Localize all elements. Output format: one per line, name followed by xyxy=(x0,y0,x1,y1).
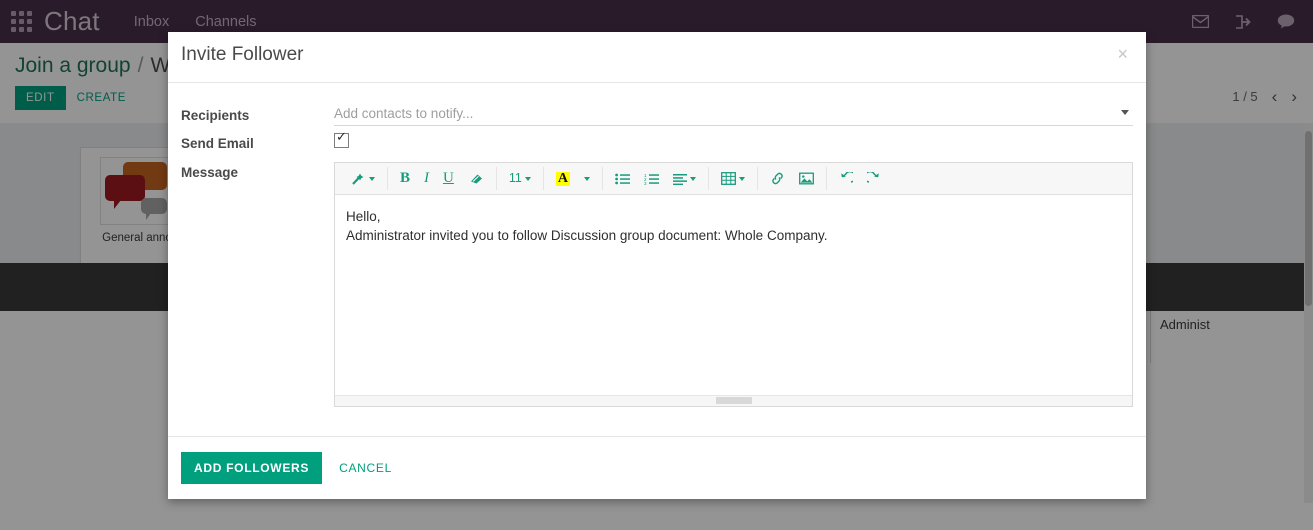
chevron-down-icon xyxy=(524,176,531,181)
editor-toolbar: B I U 11 A 1 2 3 xyxy=(335,163,1132,195)
chevron-down-icon xyxy=(689,176,696,181)
cancel-button[interactable]: CANCEL xyxy=(328,452,403,484)
toolbar-group-font-size: 11 xyxy=(497,167,544,190)
redo-button[interactable] xyxy=(860,172,888,185)
chevron-down-icon xyxy=(583,176,590,181)
rich-text-editor: B I U 11 A 1 2 3 Hello, Administrator in… xyxy=(334,162,1133,407)
toolbar-group-format: B I U xyxy=(388,167,497,190)
color-dropdown-button[interactable] xyxy=(577,176,597,181)
insert-image-button[interactable] xyxy=(792,172,821,185)
svg-text:3: 3 xyxy=(644,181,647,185)
font-size-select[interactable]: 11 xyxy=(502,172,538,185)
highlight-letter: A xyxy=(555,170,570,186)
recipients-placeholder: Add contacts to notify... xyxy=(334,106,474,121)
message-line-2: Administrator invited you to follow Disc… xyxy=(346,228,828,244)
send-email-checkbox[interactable] xyxy=(334,130,349,148)
bold-button[interactable]: B xyxy=(393,171,417,186)
recipients-input[interactable]: Add contacts to notify... xyxy=(334,105,1133,126)
message-row: Message B I U 11 A 1 2 3 Hello, Administ… xyxy=(181,162,1133,407)
message-label: Message xyxy=(181,165,239,180)
clear-format-eraser-icon[interactable] xyxy=(461,172,491,185)
invite-follower-dialog: Invite Follower × Recipients Add contact… xyxy=(168,32,1146,499)
toolbar-group-table xyxy=(709,167,758,190)
dialog-footer: ADD FOLLOWERS CANCEL xyxy=(168,436,1146,499)
recipients-control: Add contacts to notify... xyxy=(334,105,1133,126)
editor-resize-handle[interactable] xyxy=(335,395,1132,406)
toolbar-group-history xyxy=(827,167,893,190)
unordered-list-button[interactable] xyxy=(608,173,637,185)
toolbar-group-style xyxy=(339,167,388,190)
message-line-1: Hello, xyxy=(346,209,381,224)
message-body-editable[interactable]: Hello, Administrator invited you to foll… xyxy=(335,195,1132,395)
text-highlight-color-button[interactable]: A xyxy=(549,170,577,186)
dialog-title: Invite Follower xyxy=(181,44,304,65)
chevron-down-icon xyxy=(369,176,375,181)
dialog-header: Invite Follower × xyxy=(168,32,1146,83)
undo-button[interactable] xyxy=(832,172,860,185)
send-email-label: Send Email xyxy=(181,136,254,151)
toolbar-group-insert xyxy=(758,167,827,190)
close-icon[interactable]: × xyxy=(1113,43,1132,65)
ordered-list-button[interactable]: 123 xyxy=(637,173,666,185)
chevron-down-icon xyxy=(738,176,745,181)
table-insert-button[interactable] xyxy=(714,172,752,185)
send-email-control xyxy=(334,130,1133,153)
dialog-body: Recipients Add contacts to notify... Sen… xyxy=(168,83,1146,436)
chevron-down-icon[interactable] xyxy=(1121,110,1129,115)
italic-button[interactable]: I xyxy=(417,171,436,186)
toolbar-group-color: A xyxy=(544,167,603,190)
paragraph-align-button[interactable] xyxy=(666,173,703,185)
recipients-row: Recipients Add contacts to notify... xyxy=(181,105,1133,126)
style-magic-wand-icon[interactable] xyxy=(344,172,382,186)
toolbar-group-lists: 123 xyxy=(603,167,709,190)
send-email-row: Send Email xyxy=(181,130,1133,153)
message-control: B I U 11 A 1 2 3 Hello, Administrator in… xyxy=(334,162,1133,407)
recipients-label: Recipients xyxy=(181,108,250,123)
add-followers-button[interactable]: ADD FOLLOWERS xyxy=(181,452,323,484)
font-size-value: 11 xyxy=(508,171,522,186)
underline-button[interactable]: U xyxy=(436,171,461,186)
screen-root: Chat Inbox Channels Join a group/Who xyxy=(0,0,1313,530)
insert-link-button[interactable] xyxy=(763,172,792,185)
